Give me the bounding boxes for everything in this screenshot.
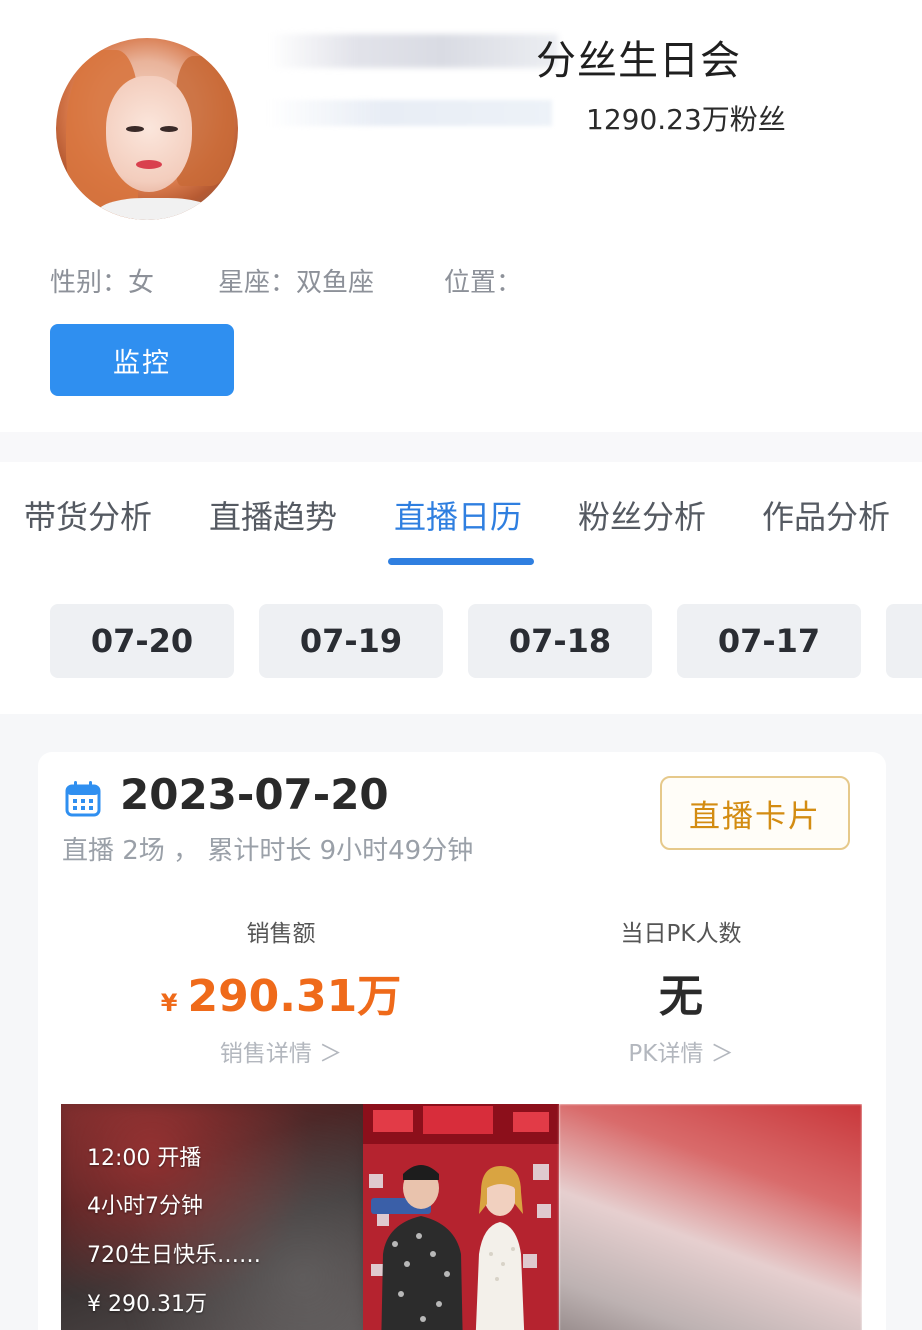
monitor-button[interactable]: 监控 xyxy=(50,324,234,396)
profile-header: 分丝生日会 1290.23万粉丝 性别：女 星座：双鱼座 位置： 监控 xyxy=(0,0,922,432)
avatar[interactable] xyxy=(56,38,238,220)
sales-label: 销售额 xyxy=(246,921,316,947)
pk-label: 当日PK人数 xyxy=(620,921,742,947)
session-start: 12:00 开播 xyxy=(87,1146,202,1171)
tab-sales-analysis[interactable]: 带货分析 xyxy=(24,492,152,538)
blurred-name xyxy=(268,34,558,68)
session-duration: 4小时7分钟 xyxy=(87,1194,203,1219)
currency-symbol: ¥ xyxy=(160,989,178,1017)
date-chip-partial[interactable] xyxy=(886,604,922,678)
sales-value: ¥290.31万 xyxy=(161,960,402,1024)
sales-detail-link[interactable]: 销售详情 ＞ xyxy=(220,1034,342,1068)
location-text: 位置： xyxy=(444,268,523,298)
session-name: 720生日快乐…… xyxy=(87,1243,261,1268)
date-chip[interactable]: 07-19 xyxy=(259,604,443,678)
pk-detail-link[interactable]: PK详情 ＞ xyxy=(628,1034,733,1068)
session-cover-image xyxy=(363,1104,559,1330)
date-chip-row: 07-20 07-19 07-18 07-17 xyxy=(0,574,922,714)
card-date: 2023-07-20 xyxy=(120,770,389,819)
analysis-tabs: 带货分析 直播趋势 直播日历 粉丝分析 作品分析 xyxy=(0,462,922,574)
date-chip[interactable]: 07-20 xyxy=(50,604,234,678)
tab-live-calendar[interactable]: 直播日历 xyxy=(394,492,522,538)
date-chip[interactable]: 07-18 xyxy=(468,604,652,678)
gender-text: 性别：女 xyxy=(50,268,155,298)
zodiac-text: 星座：双鱼座 xyxy=(218,268,375,298)
fans-count: 1290.23万粉丝 xyxy=(586,103,786,136)
pk-value: 无 xyxy=(659,971,703,1022)
day-card: 2023-07-20 直播 2场 ， 累计时长 9小时49分钟 直播卡片 销售额… xyxy=(38,752,886,1330)
session-thumbnails[interactable]: 12:00 开播 4小时7分钟 720生日快乐…… ¥ 290.31万 xyxy=(61,1104,862,1330)
tab-live-trend[interactable]: 直播趋势 xyxy=(209,492,337,538)
sales-amount: 290.31万 xyxy=(187,971,402,1022)
tab-fans-analysis[interactable]: 粉丝分析 xyxy=(578,492,706,538)
calendar-icon xyxy=(65,781,101,817)
tab-works-analysis[interactable]: 作品分析 xyxy=(762,492,890,538)
date-chip[interactable]: 07-17 xyxy=(677,604,861,678)
session-sales: ¥ 290.31万 xyxy=(87,1292,207,1317)
live-card-button[interactable]: 直播卡片 xyxy=(660,776,850,850)
session-thumbnail-blurred xyxy=(559,1104,862,1330)
profile-title: 分丝生日会 xyxy=(536,38,741,84)
active-tab-indicator xyxy=(388,558,534,565)
blurred-subtitle xyxy=(268,100,552,126)
live-summary: 直播 2场 ， 累计时长 9小时49分钟 xyxy=(62,836,474,866)
